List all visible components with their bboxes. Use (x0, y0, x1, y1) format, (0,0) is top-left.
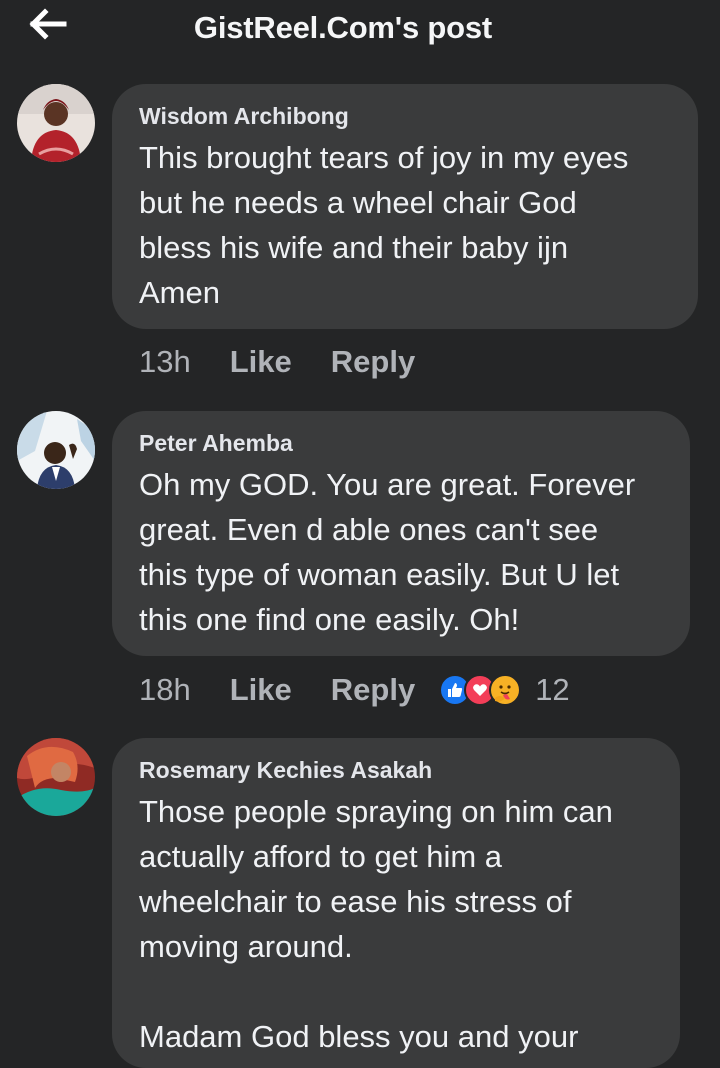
comment-time[interactable]: 18h (139, 672, 191, 708)
like-button[interactable]: Like (230, 672, 292, 708)
comment-text: This brought tears of joy in my eyes but… (139, 140, 629, 310)
reply-button[interactable]: Reply (331, 344, 415, 380)
avatar[interactable] (17, 84, 95, 162)
comment-bubble: Wisdom Archibong This brought tears of j… (112, 84, 698, 329)
reaction-summary[interactable] (439, 674, 522, 706)
page-title: GistReel.Com's post (193, 10, 493, 45)
reply-button[interactable]: Reply (331, 672, 415, 708)
comment-author[interactable]: Peter Ahemba (139, 428, 664, 458)
comment-time[interactable]: 13h (139, 344, 191, 380)
comment-actions: 13h Like Reply (139, 344, 415, 380)
comment-author[interactable]: Rosemary Kechies Asakah (139, 755, 654, 785)
like-button[interactable]: Like (230, 344, 292, 380)
care-reaction-icon (489, 674, 522, 706)
comment-text: Oh my GOD. You are great. Forever great.… (139, 467, 636, 637)
reaction-count[interactable]: 12 (535, 672, 569, 708)
avatar[interactable] (17, 411, 95, 489)
avatar[interactable] (17, 738, 95, 816)
top-bar: GistReel.Com's post (0, 0, 720, 60)
comment-bubble: Rosemary Kechies Asakah Those people spr… (112, 738, 680, 1068)
comment-bubble: Peter Ahemba Oh my GOD. You are great. F… (112, 411, 690, 656)
comment-text: Those people spraying on him can actuall… (139, 794, 613, 1054)
comment-actions: 18h Like Reply 12 (139, 672, 570, 708)
comment-author[interactable]: Wisdom Archibong (139, 101, 672, 131)
